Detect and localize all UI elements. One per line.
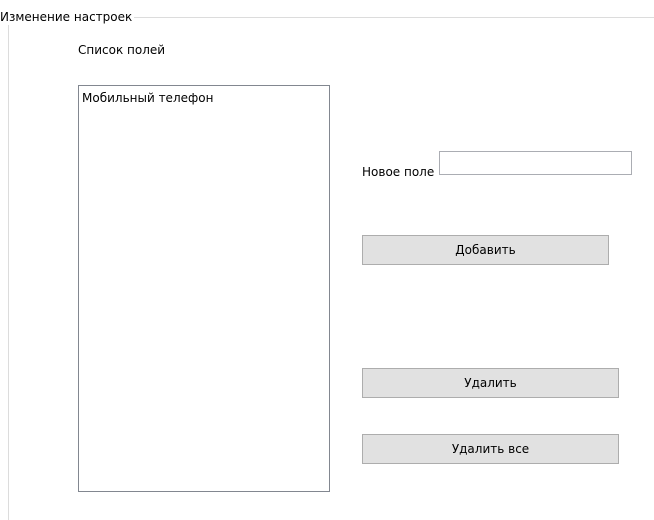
settings-window: Изменение настроек Список полей Мобильны…: [0, 0, 654, 520]
delete-button[interactable]: Удалить: [362, 368, 619, 398]
new-field-label: Новое поле: [362, 165, 435, 179]
add-button[interactable]: Добавить: [362, 235, 609, 265]
list-item[interactable]: Мобильный телефон: [79, 86, 329, 106]
fields-list-label: Список полей: [78, 43, 166, 57]
fields-listbox[interactable]: Мобильный телефон: [78, 85, 330, 492]
new-field-input[interactable]: [439, 151, 632, 175]
delete-all-button[interactable]: Удалить все: [362, 434, 619, 464]
groupbox-title: Изменение настроек: [0, 9, 135, 25]
